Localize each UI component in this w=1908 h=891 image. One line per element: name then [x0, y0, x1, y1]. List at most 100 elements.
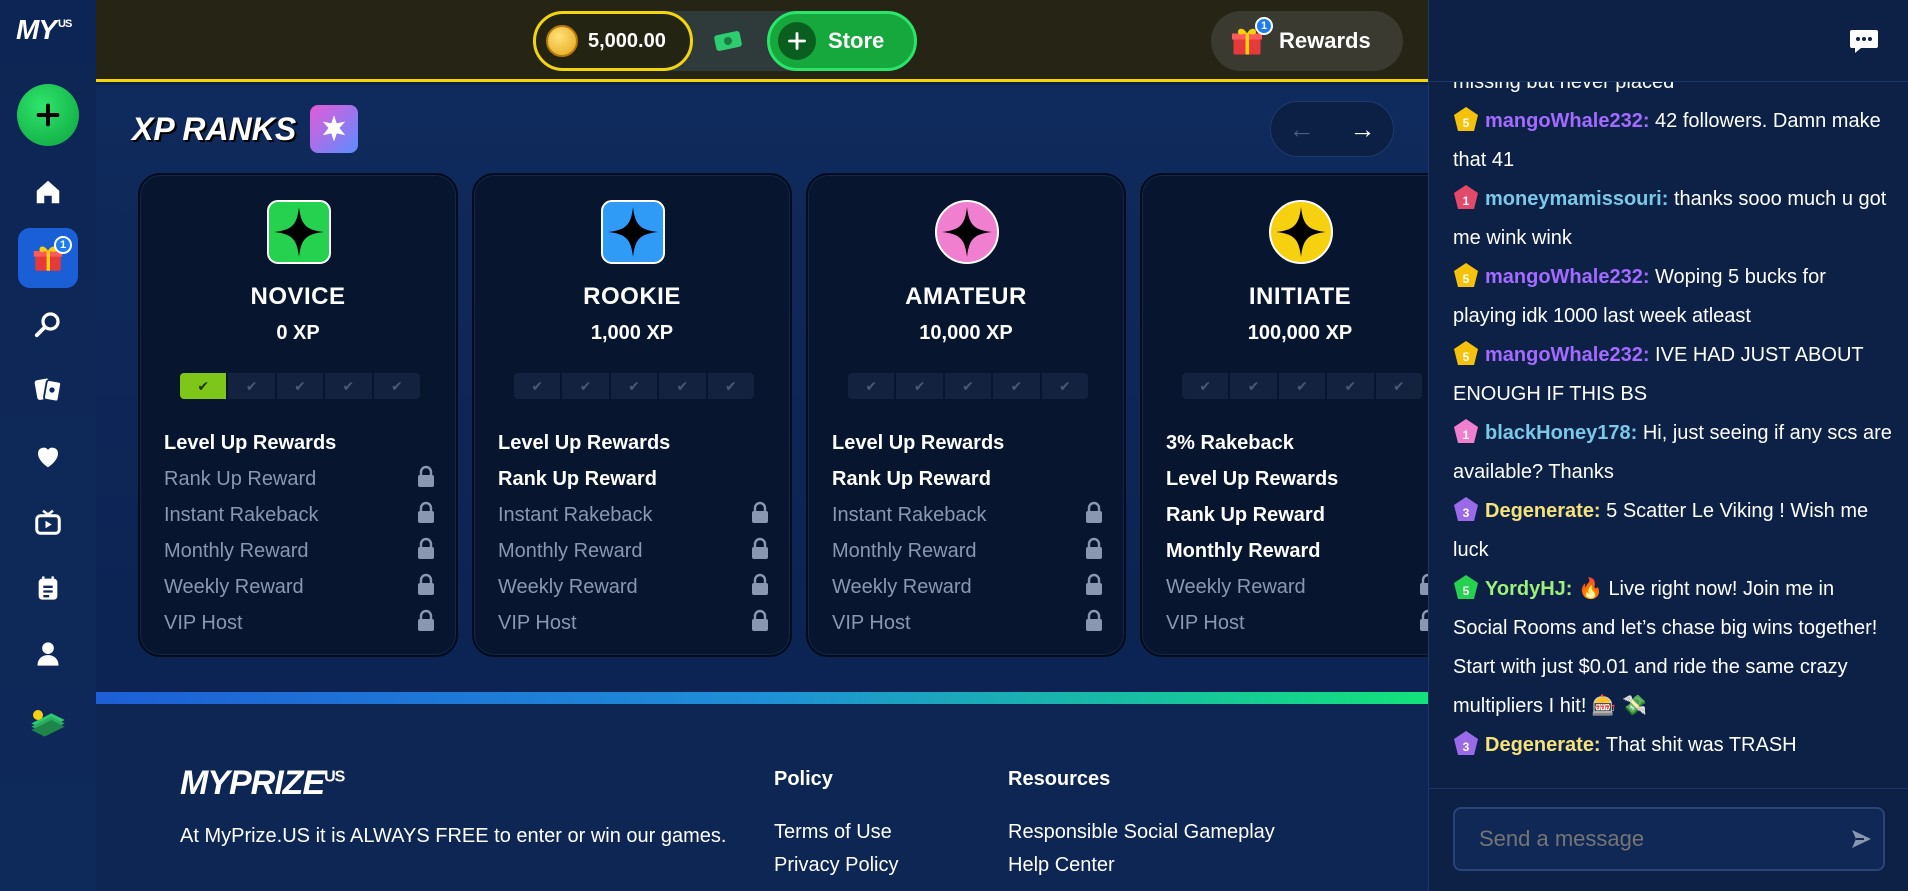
- progress-segment: ✔: [276, 373, 324, 399]
- chat-username[interactable]: YordyHJ:: [1485, 578, 1572, 600]
- lock-icon: [750, 537, 770, 565]
- progress-segment: ✔: [1327, 373, 1374, 399]
- perk-label: Rank Up Reward: [832, 467, 991, 490]
- cash-button[interactable]: [18, 690, 78, 750]
- perk-item: Weekly Reward: [832, 569, 1104, 605]
- profile-button[interactable]: [18, 624, 78, 684]
- chat-message-list: missing but never placed 5 mangoWhale232: …: [1453, 82, 1893, 786]
- progress-segment: ✔: [707, 373, 755, 399]
- home-button[interactable]: [18, 162, 78, 222]
- footer-tagline: At MyPrize.US it is ALWAYS FREE to enter…: [180, 825, 727, 847]
- perk-label: Instant Rakeback: [832, 503, 987, 526]
- perk-item: Rank Up Reward: [164, 461, 436, 497]
- lock-icon: [1084, 573, 1104, 601]
- add-funds-button[interactable]: [17, 84, 79, 146]
- user-level: 5: [1463, 272, 1470, 286]
- games-button[interactable]: [18, 360, 78, 420]
- chat-username[interactable]: Degenerate:: [1485, 500, 1601, 522]
- help-center-link[interactable]: Help Center: [1008, 854, 1275, 877]
- chat-message: 5 mangoWhale232: IVE HAD JUST ABOUT ENOUG…: [1453, 336, 1893, 414]
- chat-username[interactable]: moneymamissouri:: [1485, 188, 1668, 210]
- perk-item: VIP Host: [832, 605, 1104, 641]
- user-level: 5: [1463, 584, 1470, 598]
- user-rank-avatar[interactable]: 3: [1453, 496, 1479, 522]
- user-rank-avatar[interactable]: 5: [1453, 574, 1479, 600]
- progress-segment: ✔: [1278, 373, 1326, 399]
- plus-icon: [778, 22, 816, 60]
- send-icon[interactable]: [1849, 827, 1873, 851]
- rank-name: NOVICE: [250, 283, 346, 310]
- lock-icon: [1418, 609, 1428, 637]
- chat-username[interactable]: blackHoney178:: [1485, 422, 1637, 444]
- chat-username[interactable]: mangoWhale232:: [1485, 110, 1649, 132]
- rank-icon: [934, 199, 1000, 265]
- balance-display[interactable]: 5,000.00: [533, 11, 693, 71]
- rewards-nav-button[interactable]: 1: [18, 228, 78, 288]
- gift-badge: 1: [54, 236, 72, 254]
- rank-name: ROOKIE: [583, 283, 681, 310]
- perk-label: Monthly Reward: [1166, 539, 1321, 562]
- store-label: Store: [828, 28, 885, 53]
- balance-amount: 5,000.00: [588, 29, 666, 52]
- chat-message-input[interactable]: [1453, 807, 1885, 871]
- lock-icon: [1084, 609, 1104, 637]
- perk-list: Level Up Rewards Rank Up Reward Instant Ra…: [498, 425, 770, 641]
- progress-segment: ✔: [848, 373, 895, 399]
- progress-segment: ✔: [325, 373, 372, 399]
- perk-label: Instant Rakeback: [164, 503, 319, 526]
- rewards-button[interactable]: 1 Rewards: [1211, 11, 1403, 71]
- perk-label: Rank Up Reward: [1166, 503, 1325, 526]
- lock-icon: [750, 573, 770, 601]
- perk-item: Weekly Reward: [498, 569, 770, 605]
- terms-of-use-link[interactable]: Terms of Use: [774, 821, 898, 844]
- user-rank-avatar[interactable]: 3: [1453, 730, 1479, 756]
- xp-star-icon: [310, 105, 359, 153]
- rank-xp: 10,000 XP: [919, 322, 1013, 344]
- rank-xp: 1,000 XP: [590, 322, 674, 344]
- chat-message: 5 mangoWhale232: Woping 5 bucks for playi…: [1453, 258, 1893, 336]
- lock-icon: [416, 573, 436, 601]
- privacy-policy-link[interactable]: Privacy Policy: [774, 854, 898, 877]
- previous-arrow-button[interactable]: ←: [1289, 114, 1315, 145]
- chat-username[interactable]: Degenerate:: [1485, 734, 1601, 756]
- search-icon: [34, 312, 60, 338]
- user-level: 3: [1463, 740, 1470, 754]
- chat-text: missing but never placed: [1453, 82, 1675, 93]
- favorites-button[interactable]: [18, 426, 78, 486]
- lock-icon: [1084, 501, 1104, 529]
- search-button[interactable]: [18, 294, 78, 354]
- store-button[interactable]: Store: [767, 11, 917, 71]
- user-level: 1: [1463, 428, 1470, 442]
- user-rank-avatar[interactable]: 1: [1453, 418, 1479, 444]
- perk-label: Level Up Rewards: [498, 431, 671, 454]
- calendar-icon: [38, 576, 58, 600]
- rank-card-novice: NOVICE 0 XP ✔ ✔ ✔ ✔ ✔ Level Up Rewards Rank Up R…: [138, 173, 458, 657]
- footer: MYPRIZEUS At MyPrize.US it is ALWAYS FRE…: [96, 704, 1428, 891]
- coin-icon: [546, 25, 578, 57]
- calendar-button[interactable]: [18, 558, 78, 618]
- user-rank-avatar[interactable]: 5: [1453, 340, 1479, 366]
- perk-item: Level Up Rewards: [164, 425, 436, 461]
- next-arrow-button[interactable]: →: [1350, 114, 1376, 145]
- progress-segment: ✔: [1041, 373, 1089, 399]
- chat-username[interactable]: mangoWhale232:: [1485, 344, 1649, 366]
- chat-message: 3 Degenerate: 5 Scatter Le Viking ! Wish …: [1453, 492, 1893, 570]
- app-logo[interactable]: MY US: [16, 14, 72, 46]
- user-level: 3: [1463, 506, 1470, 520]
- cash-icon[interactable]: [711, 27, 745, 55]
- footer-logo[interactable]: MYPRIZEUS: [180, 764, 345, 803]
- live-button[interactable]: [18, 492, 78, 552]
- perk-label: VIP Host: [164, 611, 243, 634]
- perk-label: 3% Rakeback: [1166, 431, 1294, 454]
- user-rank-avatar[interactable]: 5: [1453, 262, 1479, 288]
- rewards-label: Rewards: [1279, 28, 1371, 53]
- chat-username[interactable]: mangoWhale232:: [1485, 266, 1649, 288]
- rank-progress: ✔ ✔ ✔ ✔ ✔: [180, 373, 421, 399]
- user-rank-avatar[interactable]: 1: [1453, 184, 1479, 210]
- progress-segment: ✔: [514, 373, 561, 399]
- responsible-gameplay-link[interactable]: Responsible Social Gameplay: [1008, 821, 1275, 844]
- progress-segment: ✔: [659, 373, 706, 399]
- chat-bubble-icon[interactable]: [1849, 28, 1879, 54]
- chat-message: missing but never placed: [1453, 82, 1893, 102]
- user-rank-avatar[interactable]: 5: [1453, 106, 1479, 132]
